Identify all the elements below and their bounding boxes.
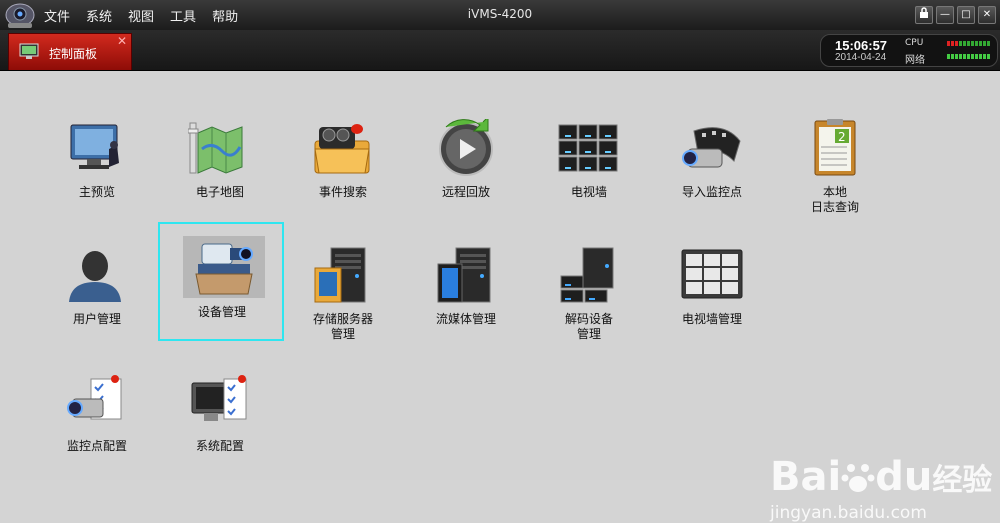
decoder-item[interactable]: 解码设备 管理 [527, 244, 651, 354]
user-management-item[interactable]: 用户管理 [35, 244, 159, 354]
menu-tools[interactable]: 工具 [170, 6, 196, 25]
app-logo-icon [5, 3, 35, 28]
device-management-label: 设备管理 [197, 305, 246, 319]
user-management-label: 用户管理 [72, 312, 121, 326]
camera-checklist-icon [67, 375, 122, 420]
control-panel: 主预览 电子地图 事件搜索 远程回放 电视墙 导入监控点 2 本地 日志查询 用… [0, 71, 1000, 523]
menu-bar: 文件 系统 视图 工具 帮助 [44, 0, 254, 30]
local-log-label-line2: 日志查询 [810, 200, 859, 214]
clock-time: 15:06:57 [835, 38, 888, 53]
emap-label: 电子地图 [195, 185, 244, 199]
baidu-watermark: Bai du经验 jingyan.baidu.com [770, 457, 992, 523]
event-search-item[interactable]: 事件搜索 [281, 117, 405, 227]
decoder-label-line1: 解码设备 [564, 312, 613, 326]
stream-media-label: 流媒体管理 [435, 312, 496, 326]
import-cameras-item[interactable]: 导入监控点 [650, 117, 774, 227]
tv-wall-grid-icon [681, 249, 743, 299]
storage-server-label-line2: 管理 [330, 327, 355, 341]
menu-view[interactable]: 视图 [128, 6, 154, 25]
video-wall-icon [558, 124, 618, 172]
cpu-meter [947, 41, 991, 46]
import-cameras-label: 导入监控点 [681, 185, 742, 199]
decoder-label-line2: 管理 [576, 327, 601, 341]
system-checklist-icon [191, 375, 247, 421]
watermark-cn: 经验 [932, 463, 993, 498]
folder-event-icon [314, 124, 370, 174]
cpu-label: CPU [905, 38, 924, 48]
network-label: 网络 [905, 55, 925, 66]
tab-label: 控制面板 [49, 47, 98, 61]
map-icon [188, 122, 243, 174]
remote-playback-label: 远程回放 [441, 185, 490, 199]
clipboard-log-icon: 2 [814, 119, 856, 176]
device-drawer-icon [195, 243, 253, 295]
main-preview-label: 主预览 [78, 185, 115, 199]
network-meter [947, 54, 991, 59]
tab-control-panel[interactable]: 控制面板 ✕ [8, 33, 132, 70]
device-management-item[interactable]: 设备管理 [158, 222, 284, 341]
menu-help[interactable]: 帮助 [212, 6, 238, 25]
lock-icon [920, 7, 928, 18]
paw-icon [841, 464, 875, 492]
menu-system[interactable]: 系统 [86, 6, 112, 25]
tv-wall-management-label: 电视墙管理 [681, 312, 742, 326]
lock-button[interactable] [915, 6, 933, 24]
watermark-brand: Bai [770, 454, 842, 500]
emap-item[interactable]: 电子地图 [158, 117, 282, 227]
tab-bar: 控制面板 ✕ 15:06:57 2014-04-24 CPU 网络 [0, 30, 1000, 71]
playback-icon [439, 119, 493, 176]
maximize-button[interactable]: □ [957, 6, 975, 24]
storage-server-item[interactable]: 存储服务器 管理 [281, 244, 405, 354]
remote-playback-item[interactable]: 远程回放 [404, 117, 528, 227]
window-controls: — □ ✕ [912, 6, 996, 24]
tv-wall-label: 电视墙 [570, 185, 607, 199]
status-panel: 15:06:57 2014-04-24 CPU 网络 [820, 34, 998, 67]
storage-server-icon [314, 247, 366, 303]
local-log-item[interactable]: 2 本地 日志查询 [773, 117, 897, 227]
tv-wall-item[interactable]: 电视墙 [527, 117, 651, 227]
clock-date: 2014-04-24 [835, 52, 887, 63]
main-preview-item[interactable]: 主预览 [35, 117, 159, 227]
system-config-label: 系统配置 [195, 439, 244, 453]
user-silhouette-icon [69, 251, 121, 302]
close-button[interactable]: ✕ [978, 6, 996, 24]
menu-file[interactable]: 文件 [44, 6, 70, 25]
watermark-brand2: du [875, 454, 933, 500]
tab-close-icon[interactable]: ✕ [117, 34, 127, 48]
svg-text:2: 2 [838, 130, 846, 144]
minimize-button[interactable]: — [936, 6, 954, 24]
event-search-label: 事件搜索 [318, 185, 367, 199]
local-log-label-line1: 本地 [822, 185, 847, 199]
decoder-device-icon [560, 247, 614, 303]
system-config-item[interactable]: 系统配置 [158, 371, 282, 481]
watermark-url: jingyan.baidu.com [770, 503, 927, 523]
camera-config-label: 监控点配置 [66, 439, 127, 453]
stream-media-item[interactable]: 流媒体管理 [404, 244, 528, 354]
monitor-icon [19, 43, 39, 59]
stream-server-icon [437, 247, 491, 303]
title-bar: 文件 系统 视图 工具 帮助 iVMS-4200 — □ ✕ [0, 0, 1000, 30]
storage-server-label-line1: 存储服务器 [312, 312, 373, 326]
camera-config-item[interactable]: 监控点配置 [35, 371, 159, 481]
monitor-camera-icon [70, 124, 119, 169]
camera-film-icon [682, 127, 741, 168]
tv-wall-management-item[interactable]: 电视墙管理 [650, 244, 774, 354]
